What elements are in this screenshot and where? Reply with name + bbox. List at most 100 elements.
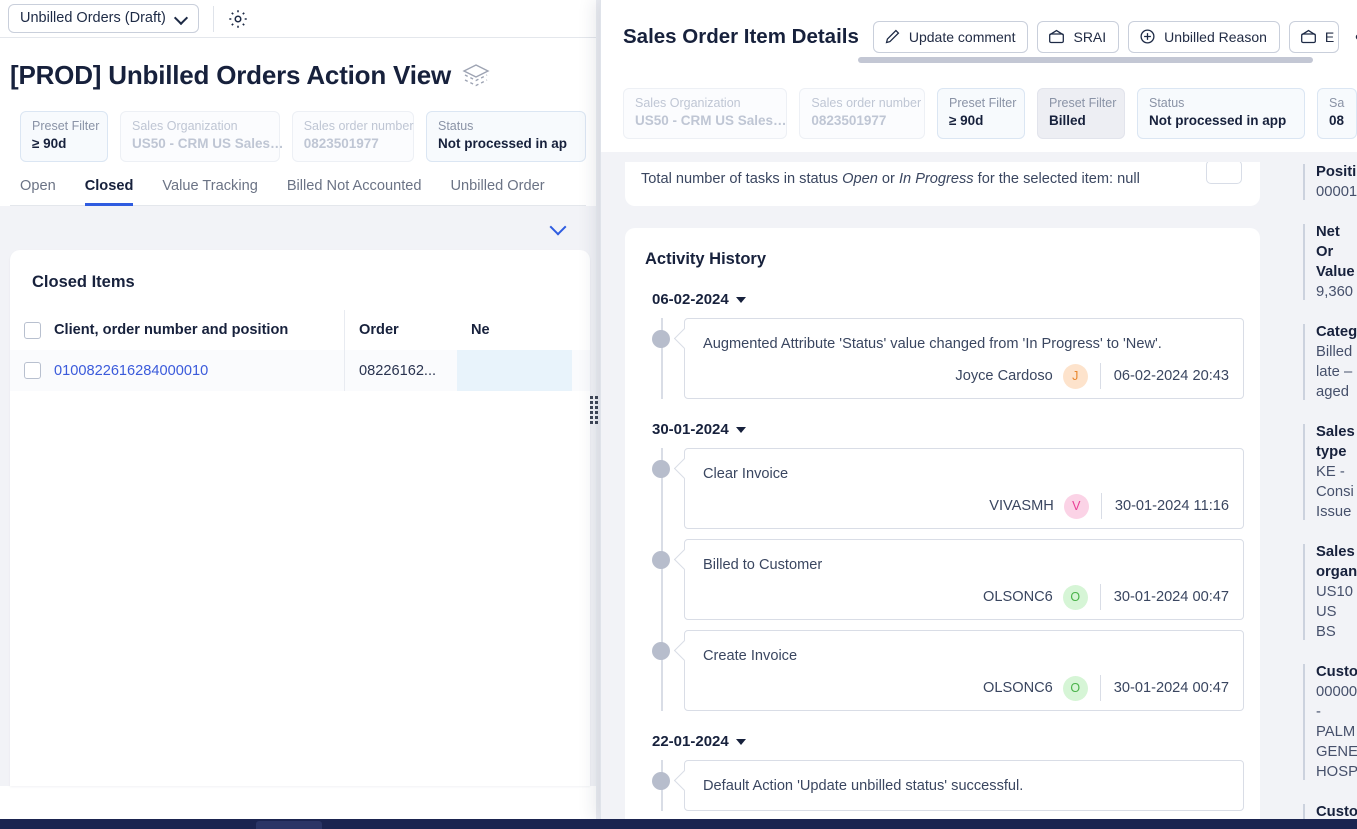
panel-filter-bar: Sales Organization US50 - CRM US Sales… … bbox=[600, 78, 1357, 234]
column-header-net[interactable]: Ne bbox=[457, 322, 490, 338]
activity-bubble: Augmented Attribute 'Status' value chang… bbox=[684, 318, 1244, 399]
activity-bubble: Default Action 'Update unbilled status' … bbox=[684, 760, 1244, 811]
timeline: Augmented Attribute 'Status' value chang… bbox=[645, 318, 1244, 399]
chip-key: Sales Organization bbox=[635, 96, 741, 110]
filter-chip-status[interactable]: Status Not processed in ap bbox=[426, 111, 586, 162]
view-selector-dropdown[interactable]: Unbilled Orders (Draft) bbox=[8, 4, 199, 33]
timeline-dot-icon bbox=[652, 460, 670, 478]
unbilled-reason-label: Unbilled Reason bbox=[1164, 28, 1267, 45]
activity-bubble: Create Invoice OLSONC6 O 30-01-2024 00:4… bbox=[684, 630, 1244, 711]
activity-timestamp: 06-02-2024 20:43 bbox=[1113, 368, 1229, 384]
chip-value: US50 - CRM US Sales… bbox=[132, 136, 284, 151]
srai-button[interactable]: SRAI bbox=[1037, 21, 1120, 53]
activity-date-label: 30-01-2024 bbox=[652, 421, 729, 438]
task-status-open: Open bbox=[842, 171, 878, 187]
page-title: [PROD] Unbilled Orders Action View bbox=[10, 60, 586, 91]
os-taskbar bbox=[0, 819, 1357, 829]
attribute-value: Billed late – aged bbox=[1316, 344, 1353, 400]
gear-icon[interactable] bbox=[227, 8, 249, 30]
sales-order-item-details-panel: Sales Order Item Details Update comment … bbox=[600, 0, 1357, 819]
timeline: Clear Invoice VIVASMH V 30-01-2024 11:16 bbox=[645, 448, 1244, 711]
attribute-value: 9,360 bbox=[1316, 284, 1354, 300]
avatar: J bbox=[1062, 363, 1088, 389]
tab-billed-not-accounted[interactable]: Billed Not Accounted bbox=[287, 178, 422, 206]
tab-closed[interactable]: Closed bbox=[84, 178, 134, 206]
timeline: Default Action 'Update unbilled status' … bbox=[645, 760, 1244, 811]
tab-unbilled-orders[interactable]: Unbilled Order bbox=[450, 178, 544, 206]
list-area: Closed Items Client, order number and po… bbox=[0, 206, 600, 786]
screen: Unbilled Orders (Draft) [PROD] Unbilled … bbox=[0, 0, 1357, 829]
select-all-checkbox[interactable] bbox=[24, 321, 41, 339]
panel-header: Sales Order Item Details Update comment … bbox=[600, 0, 1357, 78]
task-count-card: Total number of tasks in status Open or … bbox=[625, 162, 1260, 206]
activity-date-toggle[interactable]: 06-02-2024 bbox=[645, 291, 1244, 308]
page-title-text: [PROD] Unbilled Orders Action View bbox=[10, 60, 452, 90]
filter-chip-preset-filter[interactable]: Preset Filter ≥ 90d bbox=[20, 111, 108, 162]
card-title: Closed Items bbox=[32, 273, 135, 291]
task-count-input[interactable] bbox=[1206, 162, 1242, 184]
email-button[interactable]: E bbox=[1288, 21, 1340, 53]
panel-chip-sales-organization[interactable]: Sales Organization US50 - CRM US Sales… bbox=[623, 88, 788, 139]
chevron-down-icon[interactable] bbox=[551, 220, 567, 236]
activity-timestamp: 30-01-2024 11:16 bbox=[1114, 498, 1229, 514]
tab-value-tracking[interactable]: Value Tracking bbox=[162, 178, 257, 206]
attribute-value: 00000 - PALM GENE HOSP bbox=[1316, 684, 1357, 780]
table-row[interactable]: 0100822616284000010 08226162... bbox=[10, 350, 590, 391]
filter-chip-sales-organization[interactable]: Sales Organization US50 - CRM US Sales… bbox=[120, 111, 284, 162]
client-link[interactable]: 0100822616284000010 bbox=[54, 363, 208, 379]
pane-resize-grip[interactable] bbox=[588, 393, 600, 427]
attribute-value: KE - Consi Issue bbox=[1316, 464, 1354, 520]
attribute-category: Categ Billed late – aged bbox=[1303, 322, 1357, 402]
activity-date-toggle[interactable]: 30-01-2024 bbox=[645, 421, 1244, 438]
attribute-key: Custo bbox=[1316, 664, 1357, 680]
timeline-dot-icon bbox=[652, 772, 670, 790]
chip-key: Sa bbox=[1329, 96, 1345, 110]
taskbar-window-item[interactable] bbox=[256, 821, 322, 829]
activity-event: Clear Invoice VIVASMH V 30-01-2024 11:16 bbox=[645, 448, 1244, 529]
panel-chip-preset-filter-billed[interactable]: Preset Filter Billed bbox=[1037, 88, 1125, 139]
panel-chip-sales-order-number[interactable]: Sales order number 0823501977 bbox=[799, 88, 925, 139]
pencil-icon bbox=[884, 28, 901, 45]
activity-text: Augmented Attribute 'Status' value chang… bbox=[703, 336, 1162, 352]
chip-value: 0823501977 bbox=[811, 113, 887, 128]
activity-date-toggle[interactable]: 22-01-2024 bbox=[645, 733, 1244, 750]
attribute-position: Positi 00001 bbox=[1303, 162, 1357, 202]
chip-key: Preset Filter bbox=[1049, 96, 1117, 110]
row-checkbox[interactable] bbox=[24, 362, 41, 379]
plus-circle-icon bbox=[1139, 28, 1156, 45]
activity-date-group: 06-02-2024 Augmented Attribute 'Status' … bbox=[645, 291, 1244, 399]
caret-down-icon bbox=[735, 738, 746, 745]
update-comment-button[interactable]: Update comment bbox=[872, 21, 1029, 53]
task-text-mid: or bbox=[877, 171, 899, 187]
filter-chip-sales-order-number[interactable]: Sales order number 0823501977 bbox=[291, 111, 414, 162]
unbilled-reason-button[interactable]: Unbilled Reason bbox=[1128, 21, 1280, 53]
activity-bubble: Billed to Customer OLSONC6 O 30-01-2024 … bbox=[684, 539, 1244, 620]
column-header-order[interactable]: Order bbox=[345, 322, 457, 338]
column-header-client[interactable]: Client, order number and position bbox=[54, 322, 344, 338]
activity-text: Clear Invoice bbox=[703, 466, 789, 482]
activity-timestamp: 30-01-2024 00:47 bbox=[1113, 589, 1229, 605]
update-comment-label: Update comment bbox=[908, 28, 1016, 45]
meta-divider bbox=[1099, 363, 1101, 389]
task-text-prefix: Total number of tasks in status bbox=[641, 171, 843, 187]
activity-text: Default Action 'Update unbilled status' … bbox=[703, 778, 1024, 794]
horizontal-scrollbar-actions[interactable] bbox=[858, 57, 1313, 63]
page-header: [PROD] Unbilled Orders Action View Prese… bbox=[0, 38, 600, 206]
attribute-key: Sales type bbox=[1316, 424, 1355, 460]
view-selector-label: Unbilled Orders (Draft) bbox=[20, 10, 166, 26]
timeline-dot-icon bbox=[652, 642, 670, 660]
chip-value: ≥ 90d bbox=[32, 136, 67, 151]
task-status-in-progress: In Progress bbox=[898, 171, 974, 187]
right-panel-edge bbox=[600, 0, 601, 819]
avatar: O bbox=[1062, 675, 1088, 701]
chip-value: Not processed in app bbox=[1149, 113, 1287, 128]
panel-chip-preset-filter-90d[interactable]: Preset Filter ≥ 90d bbox=[937, 88, 1025, 139]
tab-open[interactable]: Open bbox=[20, 178, 56, 206]
activity-text: Create Invoice bbox=[703, 648, 798, 664]
envelope-icon bbox=[1048, 28, 1065, 45]
email-label: E bbox=[1324, 28, 1335, 45]
panel-chip-sales-order-truncated[interactable]: Sa 08 bbox=[1317, 88, 1357, 139]
closed-items-card: Closed Items Client, order number and po… bbox=[10, 250, 590, 786]
layers-icon[interactable] bbox=[461, 62, 491, 90]
panel-chip-status[interactable]: Status Not processed in app bbox=[1137, 88, 1305, 139]
